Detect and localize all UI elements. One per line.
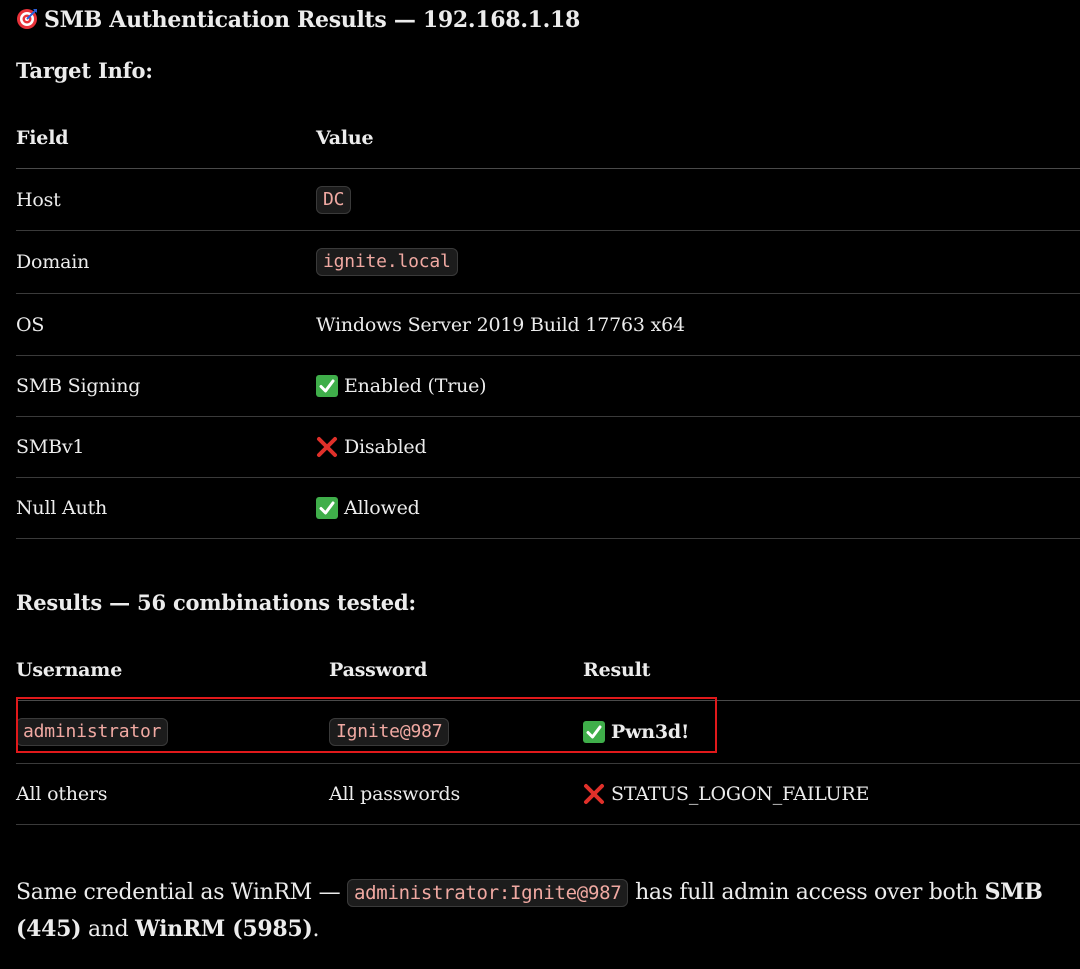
field-null-auth: Null Auth bbox=[16, 497, 108, 519]
note-middle: has full admin access over both bbox=[628, 880, 985, 905]
password-all-passwords: All passwords bbox=[329, 783, 461, 805]
table-row: OS Windows Server 2019 Build 17763 x64 bbox=[16, 294, 1080, 356]
target-icon bbox=[17, 9, 37, 29]
table-row: SMB Signing Enabled (True) bbox=[16, 356, 1080, 417]
field-domain: Domain bbox=[16, 251, 90, 273]
results-table: Username Password Result administrator I… bbox=[16, 640, 1080, 825]
cross-icon bbox=[584, 784, 604, 804]
table-row: SMBv1 Disabled bbox=[16, 417, 1080, 478]
table-row: Null Auth Allowed bbox=[16, 478, 1080, 539]
value-null-auth: Allowed bbox=[344, 497, 420, 519]
check-icon bbox=[316, 375, 338, 397]
target-info-heading: Target Info: bbox=[16, 58, 153, 83]
note-prefix: Same credential as WinRM — bbox=[16, 880, 348, 905]
field-host: Host bbox=[16, 188, 61, 211]
cross-icon bbox=[317, 437, 337, 457]
note-winrm: WinRM (5985) bbox=[135, 916, 313, 942]
column-header-field: Field bbox=[16, 127, 69, 149]
value-host: DC bbox=[316, 185, 352, 214]
column-header-password: Password bbox=[329, 659, 428, 681]
page-title-text: SMB Authentication Results — 192.168.1.1… bbox=[44, 7, 581, 33]
column-header-username: Username bbox=[16, 659, 123, 681]
table-header-row: Username Password Result bbox=[16, 640, 1080, 701]
field-smbv1: SMBv1 bbox=[16, 436, 85, 458]
result-logon-failure: STATUS_LOGON_FAILURE bbox=[611, 783, 870, 805]
result-pwned: Pwn3d! bbox=[611, 721, 690, 743]
note-suffix: . bbox=[312, 917, 320, 942]
username-administrator: administrator bbox=[16, 718, 169, 746]
table-row: Domain ignite.local bbox=[16, 231, 1080, 294]
column-header-result: Result bbox=[583, 659, 651, 681]
results-heading: Results — 56 combinations tested: bbox=[16, 590, 416, 615]
target-info-table: Field Value Host DC Domain ignite.local … bbox=[16, 108, 1080, 539]
value-smb-signing: Enabled (True) bbox=[344, 375, 487, 397]
table-header-row: Field Value bbox=[16, 108, 1080, 169]
username-all-others: All others bbox=[16, 783, 108, 805]
note-and: and bbox=[81, 917, 136, 942]
check-icon bbox=[583, 721, 605, 743]
table-row-success: administrator Ignite@987 Pwn3d! bbox=[16, 697, 1080, 764]
value-smbv1: Disabled bbox=[344, 436, 427, 458]
results-document: SMB Authentication Results — 192.168.1.1… bbox=[16, 0, 1080, 969]
field-smb-signing: SMB Signing bbox=[16, 375, 141, 397]
field-os: OS bbox=[16, 313, 45, 336]
column-header-value: Value bbox=[316, 127, 374, 149]
value-domain: ignite.local bbox=[316, 248, 458, 276]
check-icon bbox=[316, 497, 338, 519]
value-os: Windows Server 2019 Build 17763 x64 bbox=[316, 313, 685, 336]
note-credential: administrator:Ignite@987 bbox=[347, 879, 629, 907]
table-row: Host DC bbox=[16, 169, 1080, 231]
table-row: All others All passwords STATUS_LOGON_FA… bbox=[16, 764, 1080, 825]
page-title: SMB Authentication Results — 192.168.1.1… bbox=[16, 4, 580, 36]
summary-note: Same credential as WinRM — administrator… bbox=[16, 874, 1056, 948]
password-value: Ignite@987 bbox=[329, 718, 450, 746]
